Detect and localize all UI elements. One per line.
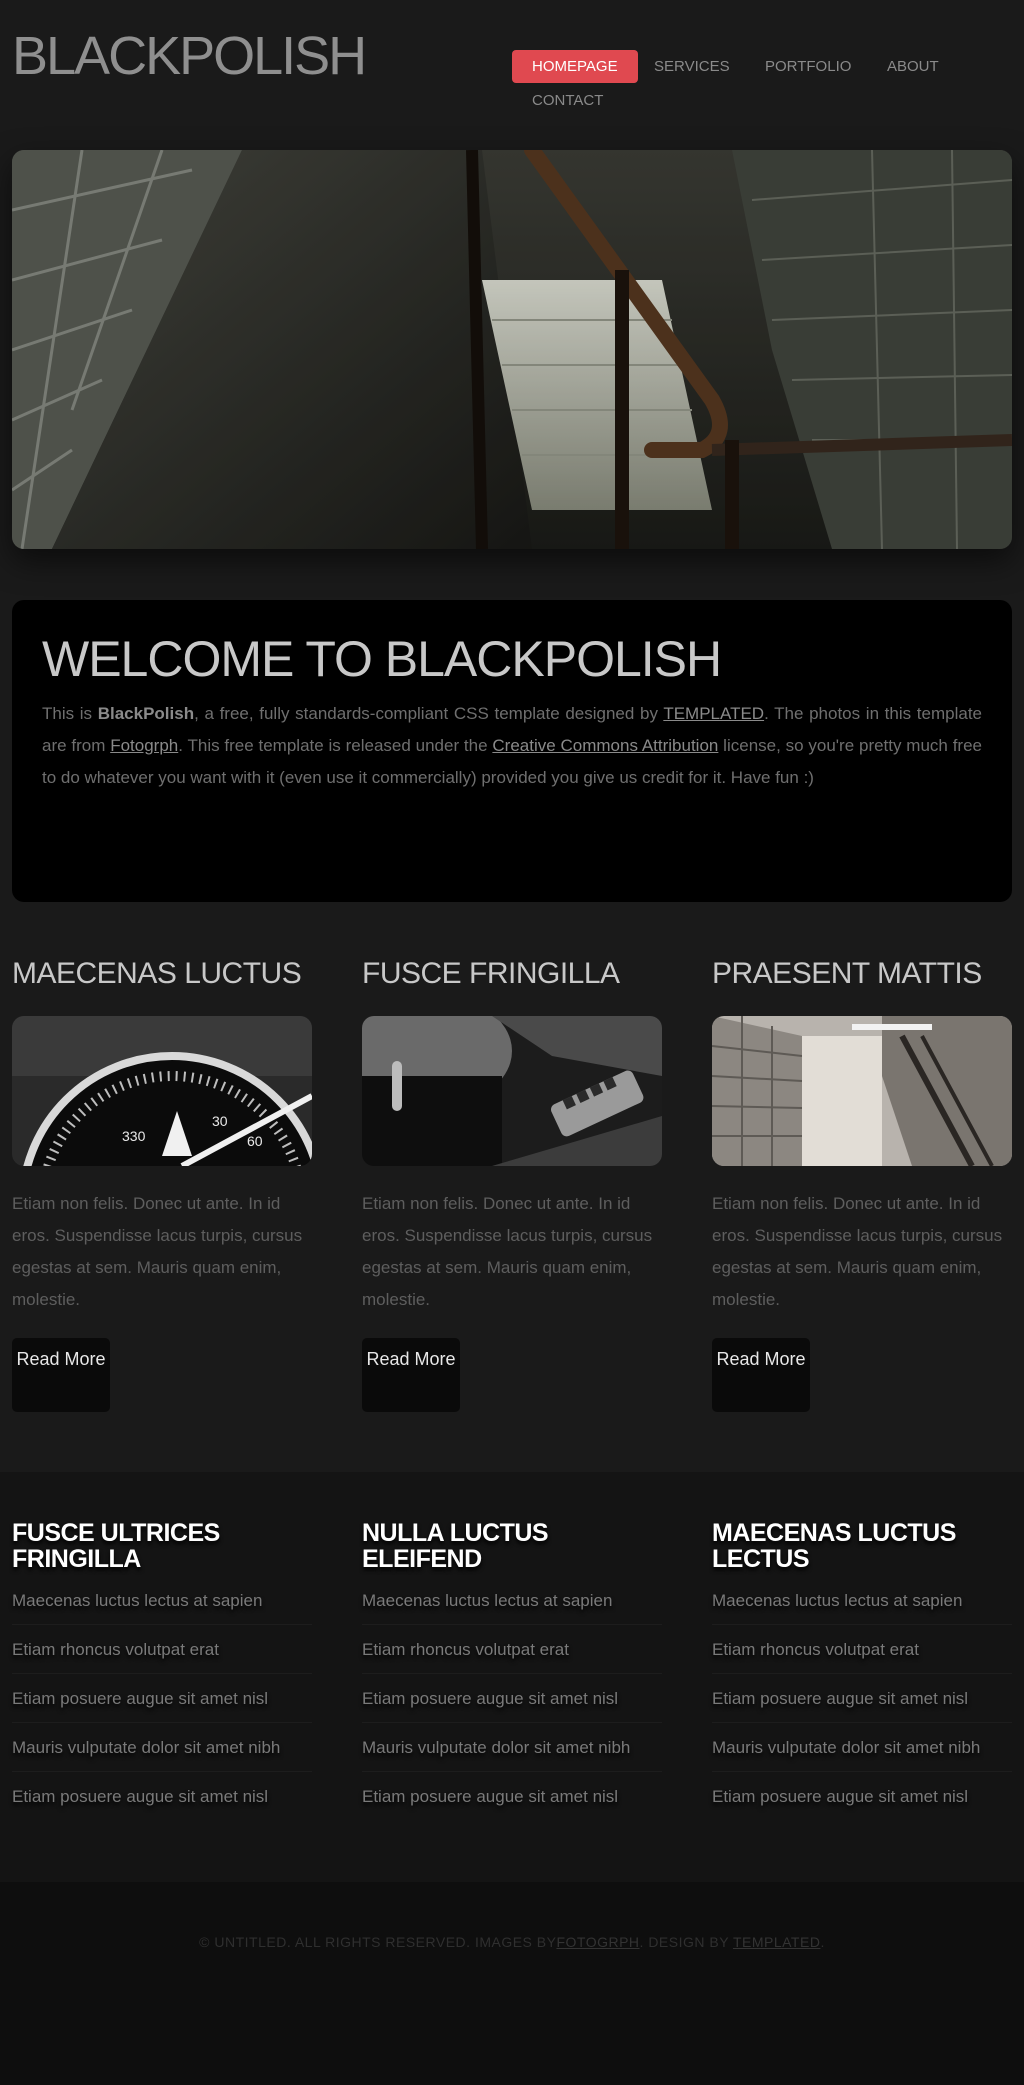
read-more-button[interactable]: Read More (362, 1338, 460, 1412)
hero-banner-image (12, 150, 1012, 549)
creative-commons-link[interactable]: Creative Commons Attribution (492, 736, 718, 755)
link-list-2: Nulla luctus eleifend Maecenas luctus le… (362, 1520, 662, 1821)
nav-item-services[interactable]: Services (634, 50, 750, 83)
footer-text-1: © Untitled. All rights reserved. Images … (199, 1934, 557, 1950)
column-text: Etiam non felis. Donec ut ante. In id er… (362, 1194, 653, 1309)
list-item[interactable]: Mauris vulputate dolor sit amet nibh (362, 1723, 662, 1772)
column-title: Maecenas luctus (12, 957, 302, 990)
footer-copyright: © Untitled. All rights reserved. Images … (0, 1934, 1024, 1950)
svg-text:330: 330 (122, 1128, 146, 1144)
nav-item-contact[interactable]: Contact (512, 84, 623, 117)
list-item[interactable]: Etiam rhoncus volutpat erat (12, 1625, 312, 1674)
list-item[interactable]: Maecenas luctus lectus at sapien (712, 1576, 1012, 1625)
welcome-box: Welcome to BlackPolish This is BlackPoli… (12, 600, 1012, 902)
fotogrph-link[interactable]: Fotogrph (110, 736, 178, 755)
list-title: Nulla luctus eleifend (362, 1519, 549, 1573)
footer-text-3: . (820, 1934, 825, 1950)
feature-column-2: Fusce fringilla Etiam non felis. Donec u… (362, 956, 662, 1412)
keyboard-photo (362, 1016, 662, 1166)
read-more-button[interactable]: Read More (712, 1338, 810, 1412)
list-title: Maecenas luctus lectus (712, 1519, 956, 1573)
welcome-text-1: This is (42, 704, 98, 723)
link-lists-section: Fusce ultrices fringilla Maecenas luctus… (0, 1472, 1024, 1882)
list-title: Fusce ultrices fringilla (12, 1519, 220, 1573)
feature-column-1: Maecenas luctus 30 330 60 Etiam non feli… (12, 956, 312, 1412)
list-item[interactable]: Mauris vulputate dolor sit amet nibh (712, 1723, 1012, 1772)
nav-item-homepage[interactable]: Homepage (512, 50, 638, 83)
read-more-button[interactable]: Read More (12, 1338, 110, 1412)
footer: © Untitled. All rights reserved. Images … (0, 1882, 1024, 2085)
link-list: Maecenas luctus lectus at sapien Etiam r… (712, 1576, 1012, 1821)
footer-fotogrph-link[interactable]: Fotogrph (556, 1934, 639, 1950)
site-logo[interactable]: BLACKPOLISH (12, 26, 367, 86)
list-item[interactable]: Mauris vulputate dolor sit amet nibh (12, 1723, 312, 1772)
link-list: Maecenas luctus lectus at sapien Etiam r… (12, 1576, 312, 1821)
stairwell-photo (712, 1016, 1012, 1166)
welcome-title: Welcome to BlackPolish (42, 631, 722, 687)
svg-text:60: 60 (247, 1133, 263, 1149)
list-item[interactable]: Etiam posuere augue sit amet nisl (362, 1772, 662, 1821)
templated-link[interactable]: TEMPLATED (663, 704, 764, 723)
feature-column-3: Praesent mattis Etiam non felis. Donec u… (712, 956, 1012, 1412)
list-item[interactable]: Etiam rhoncus volutpat erat (362, 1625, 662, 1674)
list-item[interactable]: Etiam posuere augue sit amet nisl (12, 1674, 312, 1723)
list-item[interactable]: Etiam posuere augue sit amet nisl (712, 1674, 1012, 1723)
welcome-text-2: , a free, fully standards-compliant CSS … (194, 704, 664, 723)
nav-item-about[interactable]: About (867, 50, 959, 83)
link-list: Maecenas luctus lectus at sapien Etiam r… (362, 1576, 662, 1821)
list-item[interactable]: Etiam rhoncus volutpat erat (712, 1625, 1012, 1674)
column-text: Etiam non felis. Donec ut ante. In id er… (712, 1194, 1003, 1309)
column-text: Etiam non felis. Donec ut ante. In id er… (12, 1194, 303, 1309)
compass-photo: 30 330 60 (12, 1016, 312, 1166)
list-item[interactable]: Etiam posuere augue sit amet nisl (712, 1772, 1012, 1821)
welcome-text: This is BlackPolish, a free, fully stand… (42, 698, 982, 794)
svg-text:30: 30 (212, 1113, 228, 1129)
list-item[interactable]: Maecenas luctus lectus at sapien (12, 1576, 312, 1625)
list-item[interactable]: Etiam posuere augue sit amet nisl (362, 1674, 662, 1723)
list-item[interactable]: Maecenas luctus lectus at sapien (362, 1576, 662, 1625)
nav-item-portfolio[interactable]: Portfolio (745, 50, 871, 83)
link-list-1: Fusce ultrices fringilla Maecenas luctus… (12, 1520, 312, 1821)
list-item[interactable]: Etiam posuere augue sit amet nisl (12, 1772, 312, 1821)
footer-templated-link[interactable]: TEMPLATED (733, 1934, 820, 1950)
column-title: Fusce fringilla (362, 957, 620, 990)
column-title: Praesent mattis (712, 957, 982, 990)
welcome-brand: BlackPolish (97, 704, 195, 723)
link-list-3: Maecenas luctus lectus Maecenas luctus l… (712, 1520, 1012, 1821)
welcome-text-4: . This free template is released under t… (178, 736, 493, 755)
footer-text-2: . Design by (639, 1934, 733, 1950)
